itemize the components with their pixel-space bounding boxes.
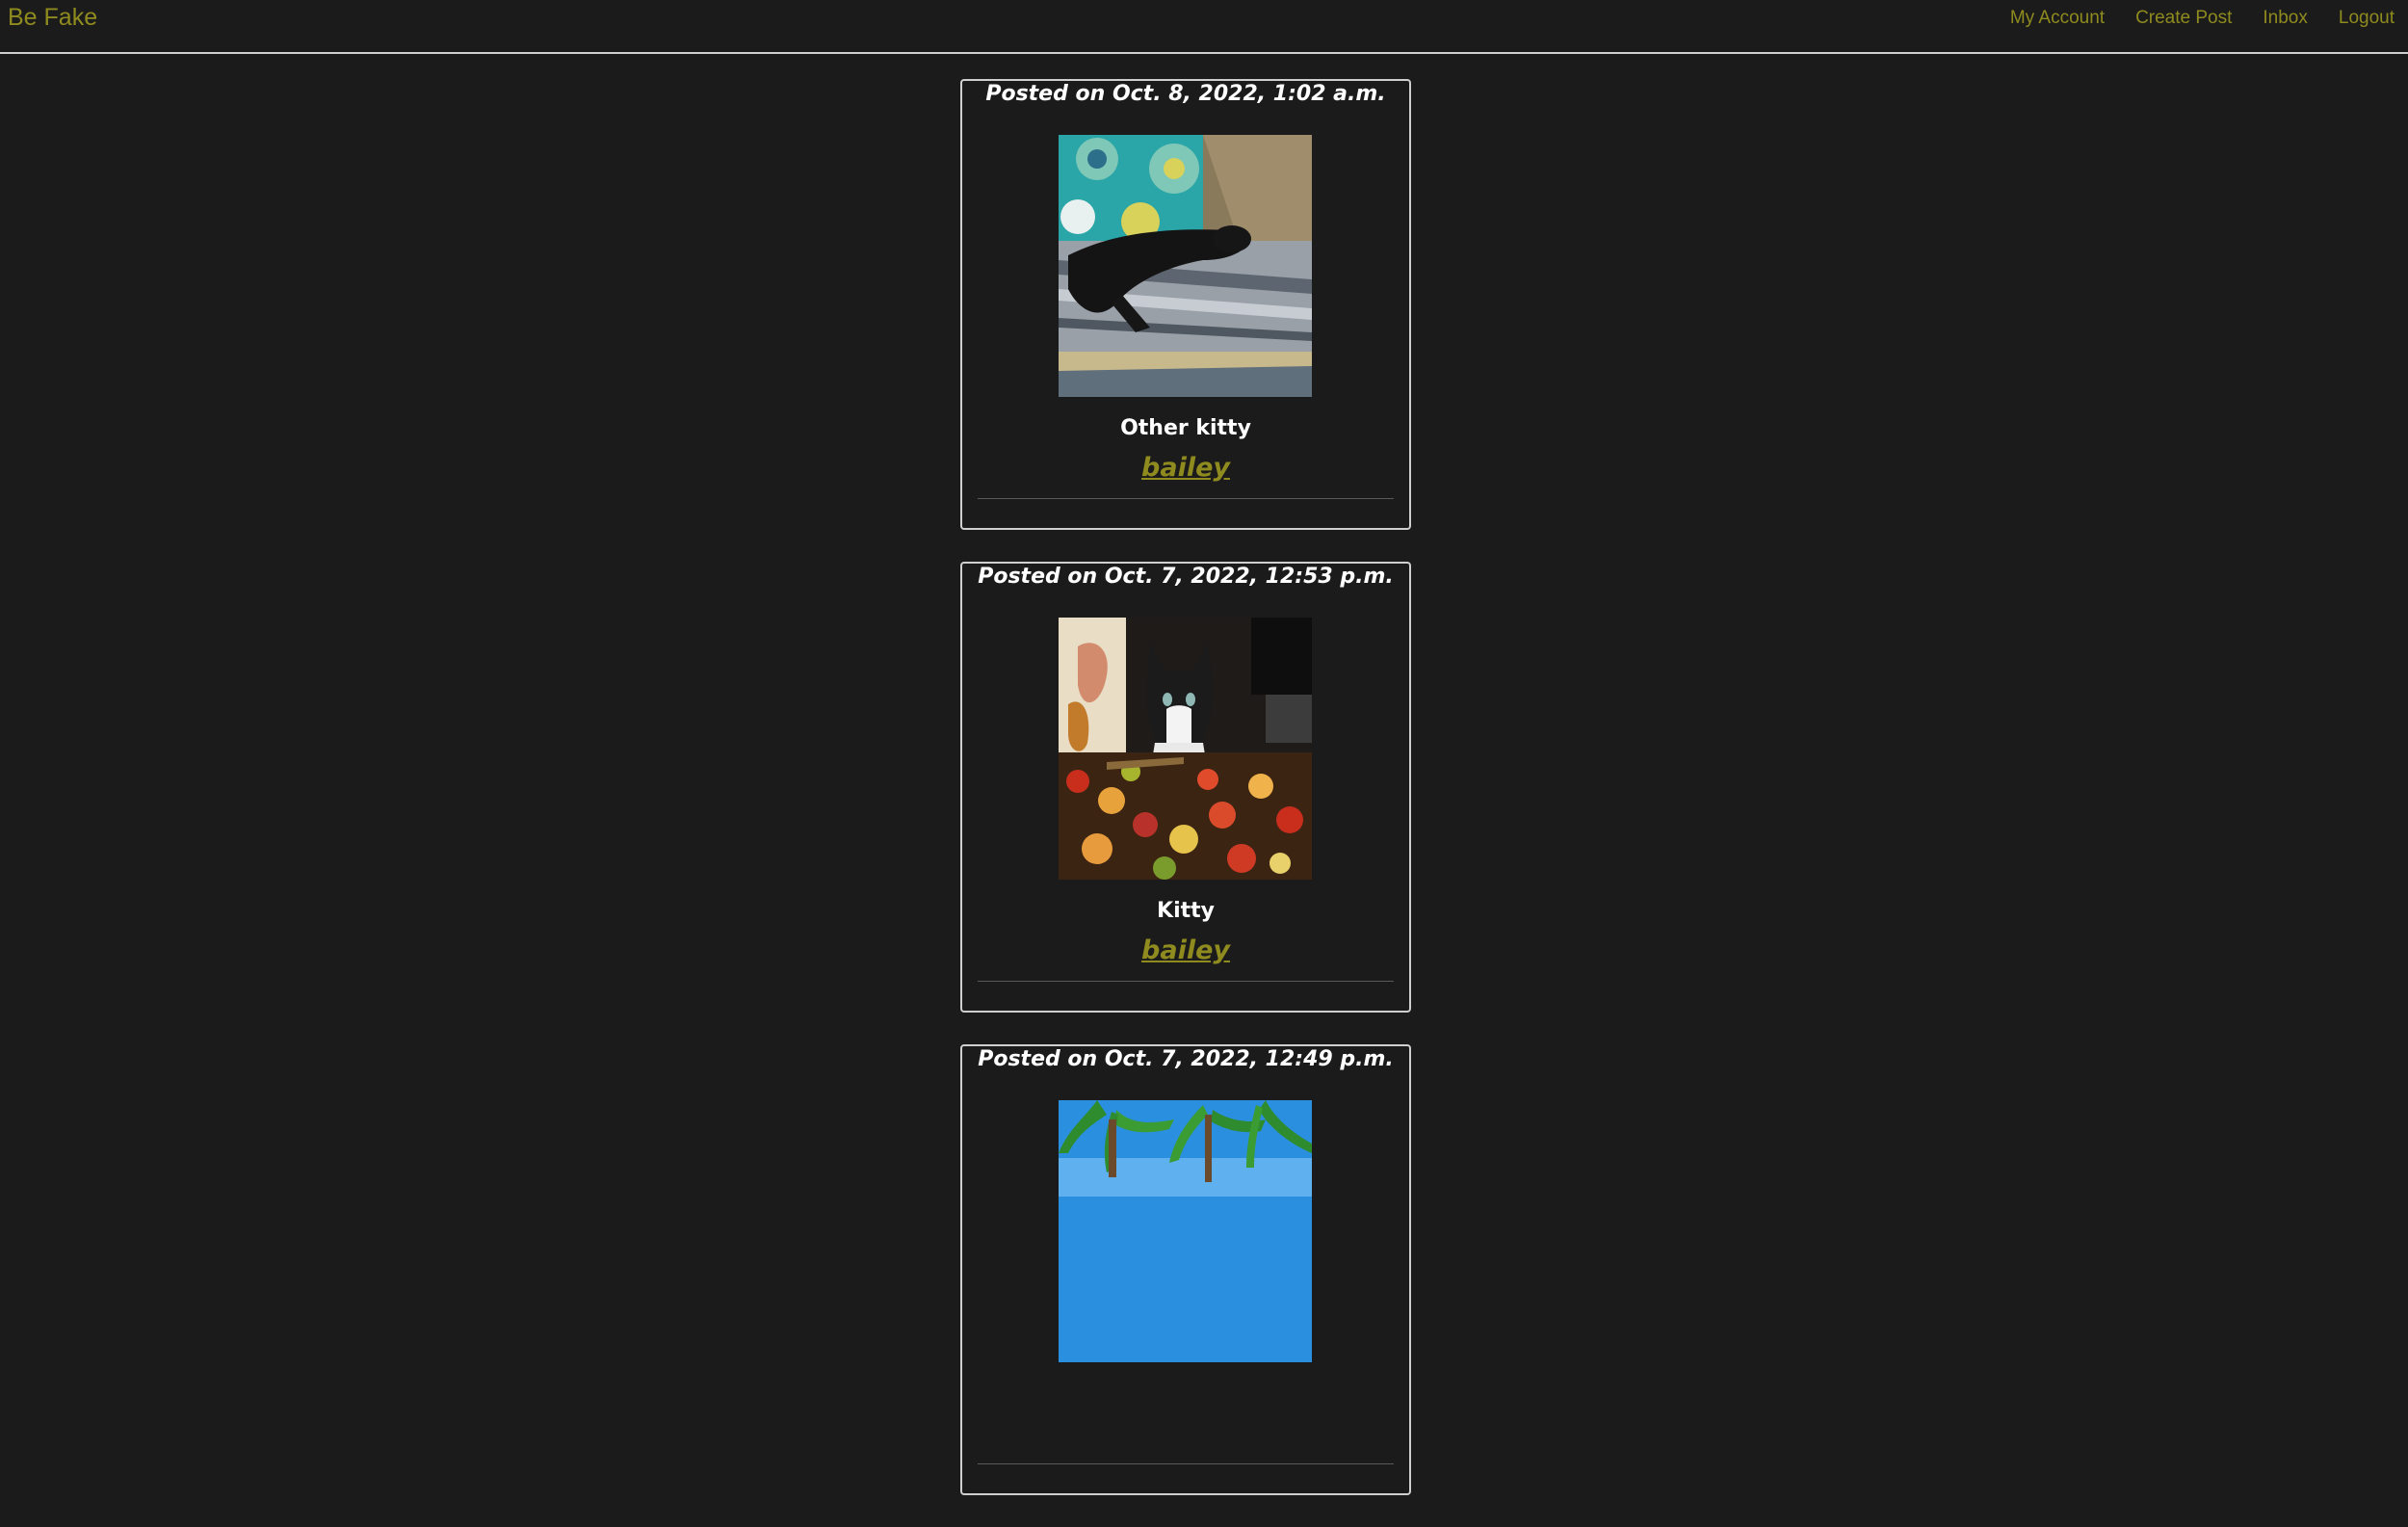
post-author-link[interactable]: bailey: [962, 935, 1409, 965]
post-image: [1059, 1100, 1312, 1362]
palm-trees-photo: [1059, 1100, 1312, 1362]
post-date: Posted on Oct. 7, 2022, 12:53 p.m.: [978, 565, 1394, 589]
post-caption: Kitty: [1157, 899, 1215, 923]
post-image: [1059, 135, 1312, 397]
post-date: Posted on Oct. 7, 2022, 12:49 p.m.: [978, 1047, 1394, 1071]
post-card: Posted on Oct. 8, 2022, 1:02 a.m. Other …: [960, 79, 1411, 530]
post-divider: [978, 1463, 1394, 1464]
post-author-link[interactable]: bailey: [962, 453, 1409, 483]
nav-create-post-link[interactable]: Create Post: [2135, 8, 2232, 29]
post-divider: [978, 498, 1394, 499]
top-navbar: Be Fake My Account Create Post Inbox Log…: [0, 0, 2408, 54]
post-card: Posted on Oct. 7, 2022, 12:53 p.m. Kitty…: [960, 562, 1411, 1013]
post-date: Posted on Oct. 8, 2022, 1:02 a.m.: [985, 82, 1386, 106]
nav-links: My Account Create Post Inbox Logout: [2010, 8, 2395, 29]
post-card: Posted on Oct. 7, 2022, 12:49 p.m.: [960, 1044, 1411, 1495]
post-caption: Other kitty: [1120, 416, 1251, 440]
nav-my-account-link[interactable]: My Account: [2010, 8, 2105, 29]
cat-on-cushion-photo: [1059, 135, 1312, 397]
post-divider: [978, 981, 1394, 982]
post-feed: Posted on Oct. 8, 2022, 1:02 a.m. Other …: [960, 79, 1411, 1527]
kitten-with-wreath-photo: [1059, 618, 1312, 880]
nav-logout-link[interactable]: Logout: [2339, 8, 2395, 29]
brand-link[interactable]: Be Fake: [8, 4, 97, 32]
post-image: [1059, 618, 1312, 880]
nav-inbox-link[interactable]: Inbox: [2263, 8, 2307, 29]
